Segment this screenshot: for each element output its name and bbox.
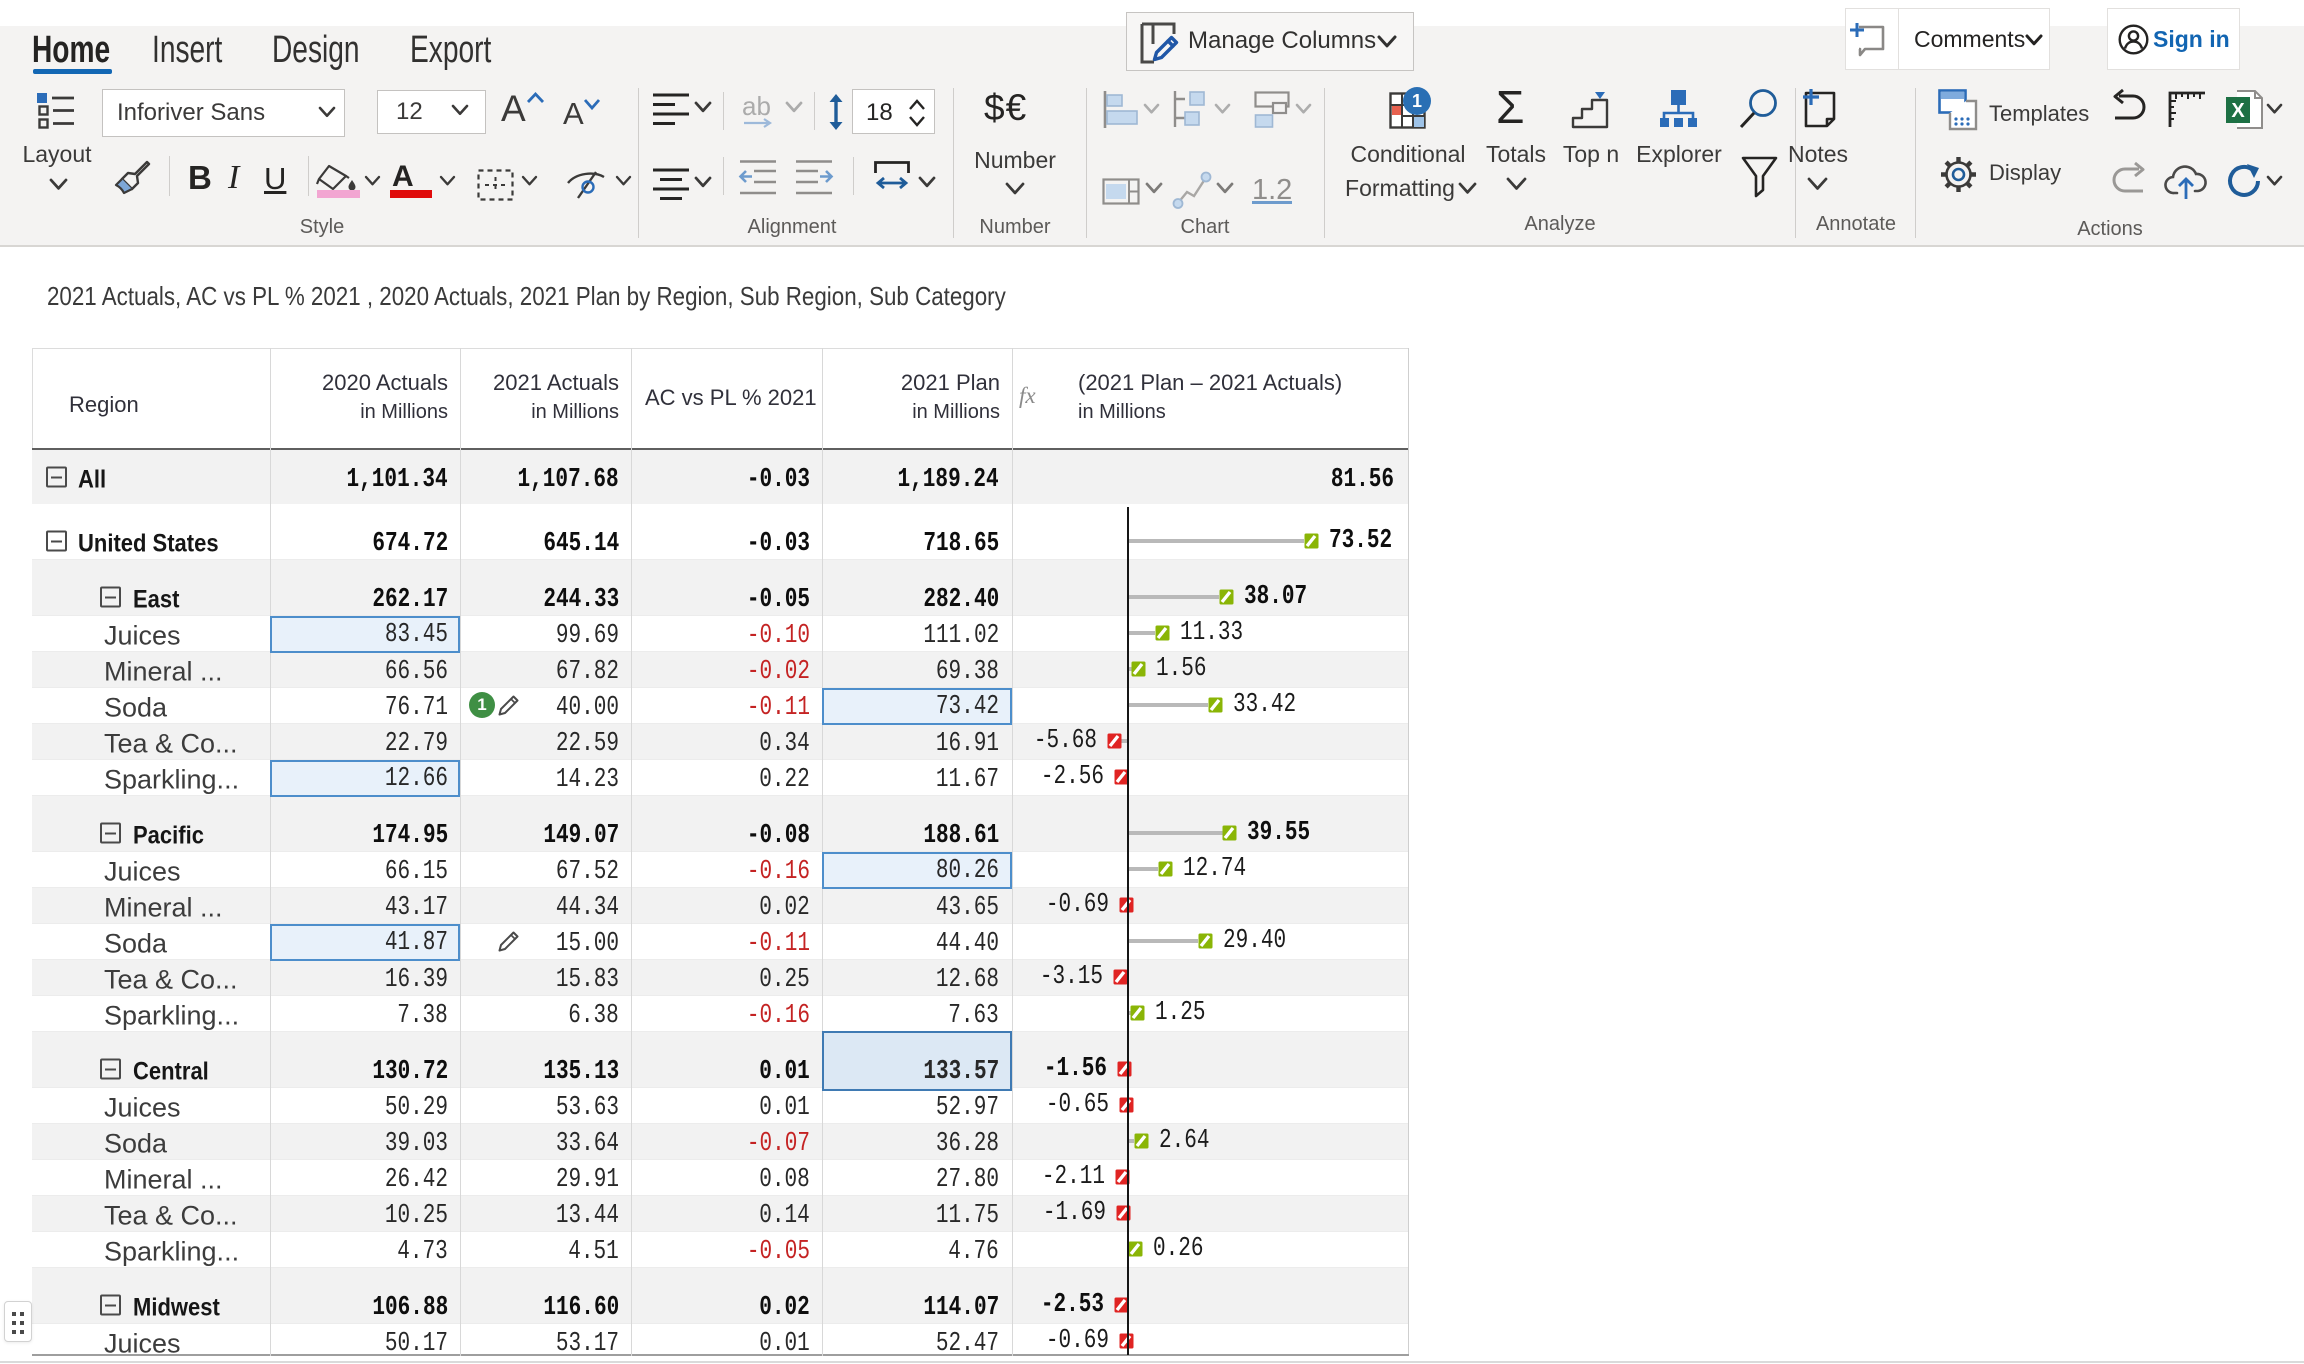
svg-text:X: X bbox=[2231, 100, 2245, 122]
